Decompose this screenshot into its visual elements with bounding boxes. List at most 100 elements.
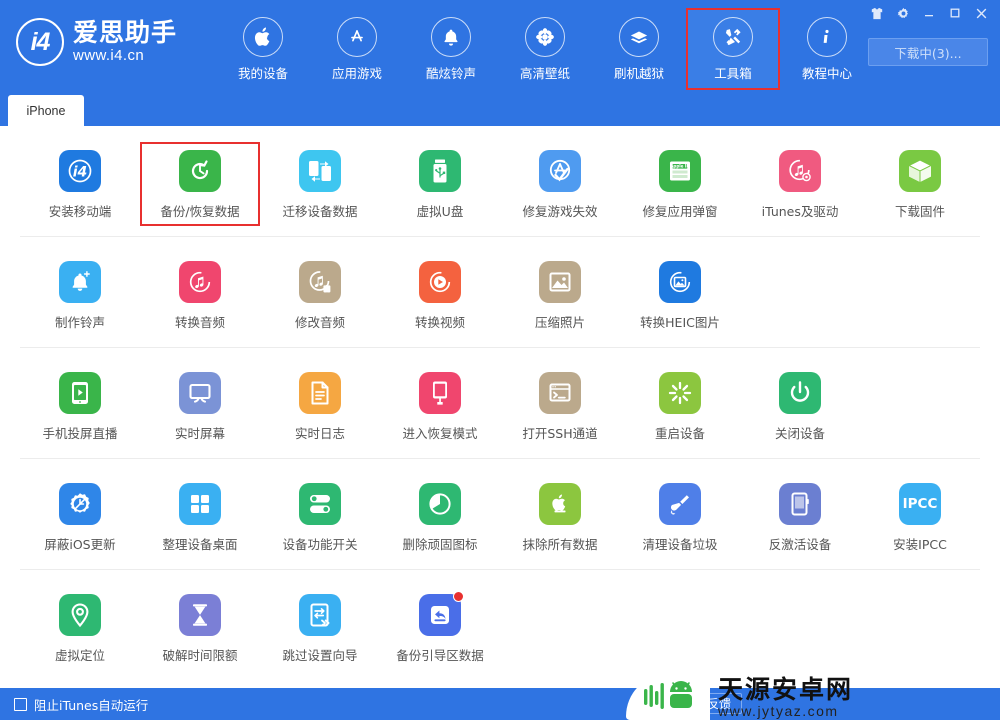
tool-realtime-screen[interactable]: 实时屏幕 — [140, 364, 260, 448]
screen-cast-icon — [59, 372, 101, 414]
tool-compress-photo[interactable]: 压缩照片 — [500, 253, 620, 337]
clean-junk-icon — [659, 483, 701, 525]
feedback-button[interactable]: 意见反馈 — [671, 693, 742, 714]
tool-label: 迁移设备数据 — [282, 204, 358, 219]
tool-convert-heic[interactable]: 转换HEIC图片 — [620, 253, 740, 337]
tool-edit-audio[interactable]: 自 修改音频 — [260, 253, 380, 337]
itunes-driver-icon — [779, 150, 821, 192]
tool-label: 转换音频 — [174, 315, 225, 330]
nav-label: 教程中心 — [801, 66, 852, 81]
tool-clean-device-junk[interactable]: 清理设备垃圾 — [620, 475, 740, 559]
tool-block-ios-update[interactable]: 屏蔽iOS更新 — [20, 475, 140, 559]
tool-label: 重启设备 — [654, 426, 705, 441]
tool-row: 屏蔽iOS更新 整理设备桌面 设备功能开关 删除顽固图标 抹除所有数据 清理设备… — [20, 459, 980, 570]
tool-convert-video[interactable]: 转换视频 — [380, 253, 500, 337]
audio-edit-icon: 自 — [299, 261, 341, 303]
tool-label: 转换视频 — [414, 315, 465, 330]
tool-remove-stubborn-icons[interactable]: 删除顽固图标 — [380, 475, 500, 559]
tool-label: 反激活设备 — [768, 537, 832, 552]
tools-wrench-icon — [713, 17, 753, 57]
nav-item-tutorial-center[interactable]: 教程中心 — [780, 8, 874, 90]
tool-deactivate-device[interactable]: 反激活设备 — [740, 475, 860, 559]
minimize-icon[interactable] — [916, 2, 942, 24]
tool-itunes-driver[interactable]: iTunes及驱动 — [740, 142, 860, 226]
checkbox-label: 阻止iTunes自动运行 — [34, 697, 149, 713]
tool-fix-game-failure[interactable]: 修复游戏失效 — [500, 142, 620, 226]
close-icon[interactable] — [968, 2, 994, 24]
tool-label: 下载固件 — [894, 204, 945, 219]
ipcc-install-icon: IPCC — [899, 483, 941, 525]
tool-label: 修复应用弹窗 — [642, 204, 718, 219]
nav-item-my-device[interactable]: 我的设备 — [216, 8, 310, 90]
audio-convert-icon — [179, 261, 221, 303]
tool-migrate-device-data[interactable]: 迁移设备数据 — [260, 142, 380, 226]
tool-install-mobile-client[interactable]: i4 安装移动端 — [20, 142, 140, 226]
nav-item-ringtones[interactable]: 酷炫铃声 — [404, 8, 498, 90]
tool-label: 抹除所有数据 — [522, 537, 598, 552]
tool-label: 跳过设置向导 — [282, 648, 358, 663]
nav-label: 应用游戏 — [331, 66, 382, 81]
organize-desktop-icon — [179, 483, 221, 525]
tool-open-ssh-channel[interactable]: 打开SSH通道 — [500, 364, 620, 448]
tool-install-ipcc[interactable]: IPCC 安装IPCC — [860, 475, 980, 559]
tool-label: 设备功能开关 — [282, 537, 358, 552]
device-tabstrip: iPhone — [0, 88, 1000, 127]
tool-download-firmware[interactable]: 下载固件 — [860, 142, 980, 226]
nav-item-wallpapers[interactable]: 高清壁纸 — [498, 8, 592, 90]
tool-skip-setup-wizard[interactable]: 跳过设置向导 — [260, 586, 380, 670]
settings-gear-icon[interactable] — [890, 2, 916, 24]
block-itunes-autorun-checkbox[interactable]: 阻止iTunes自动运行 — [14, 695, 148, 714]
tool-label: 破解时间限额 — [162, 648, 238, 663]
tool-virtual-location[interactable]: 虚拟定位 — [20, 586, 140, 670]
nav-item-flash-jailbreak[interactable]: 刷机越狱 — [592, 8, 686, 90]
appstore-icon — [337, 17, 377, 57]
brand-url: www.i4.cn — [73, 47, 145, 65]
tool-virtual-usb[interactable]: 虚拟U盘 — [380, 142, 500, 226]
checkbox-box[interactable] — [14, 697, 27, 711]
tool-power-off-device[interactable]: 关闭设备 — [740, 364, 860, 448]
nav-label: 工具箱 — [714, 66, 752, 81]
download-status-button[interactable]: 下载中(3)... — [868, 38, 988, 66]
feature-toggle-icon — [299, 483, 341, 525]
nav-label: 刷机越狱 — [613, 66, 664, 81]
tool-feature-toggles[interactable]: 设备功能开关 — [260, 475, 380, 559]
nav-label: 高清壁纸 — [519, 66, 570, 81]
remove-icon-icon — [419, 483, 461, 525]
package-box-icon — [619, 17, 659, 57]
backup-boot-icon — [419, 591, 464, 636]
new-badge-dot — [453, 591, 464, 602]
maximize-icon[interactable] — [942, 2, 968, 24]
tab-iphone[interactable]: iPhone — [8, 95, 84, 127]
tool-row: i4 安装移动端 备份/恢复数据 迁移设备数据 虚拟U盘 修复游戏失效 Appl… — [20, 126, 980, 237]
tool-crack-time-limit[interactable]: 破解时间限额 — [140, 586, 260, 670]
skip-setup-icon — [299, 594, 341, 636]
tool-make-ringtone[interactable]: 制作铃声 — [20, 253, 140, 337]
restart-device-icon — [659, 372, 701, 414]
tool-realtime-log[interactable]: 实时日志 — [260, 364, 380, 448]
tool-label: 手机投屏直播 — [42, 426, 118, 441]
tool-organize-desktop[interactable]: 整理设备桌面 — [140, 475, 260, 559]
skin-shirt-icon[interactable] — [864, 2, 890, 24]
tool-backup-boot-partition[interactable]: 备份引导区数据 — [380, 586, 500, 670]
tool-enter-recovery-mode[interactable]: 进入恢复模式 — [380, 364, 500, 448]
nav-item-apps-games[interactable]: 应用游戏 — [310, 8, 404, 90]
tool-label: 虚拟定位 — [54, 648, 105, 663]
tool-label: 进入恢复模式 — [402, 426, 478, 441]
toolbox-content: i4 安装移动端 备份/恢复数据 迁移设备数据 虚拟U盘 修复游戏失效 Appl… — [0, 126, 1000, 688]
realtime-screen-icon — [179, 372, 221, 414]
app-header: i4 爱思助手 www.i4.cn 我的设备 应用游戏 酷炫铃声 高清壁纸 刷机… — [0, 0, 1000, 90]
tool-backup-restore[interactable]: 备份/恢复数据 — [140, 142, 260, 226]
tool-erase-all-data[interactable]: 抹除所有数据 — [500, 475, 620, 559]
tool-fix-app-popup[interactable]: Apple ID 修复应用弹窗 — [620, 142, 740, 226]
backup-restore-icon — [179, 150, 221, 192]
tool-label: 关闭设备 — [774, 426, 825, 441]
tool-label: 安装移动端 — [48, 204, 112, 219]
recovery-mode-icon — [419, 372, 461, 414]
nav-item-toolbox[interactable]: 工具箱 — [686, 8, 780, 90]
virtual-location-icon — [59, 594, 101, 636]
main-nav: 我的设备 应用游戏 酷炫铃声 高清壁纸 刷机越狱 工具箱 教程中心 — [216, 8, 874, 90]
tool-convert-audio[interactable]: 转换音频 — [140, 253, 260, 337]
heic-convert-icon — [659, 261, 701, 303]
tool-restart-device[interactable]: 重启设备 — [620, 364, 740, 448]
tool-screen-cast-live[interactable]: 手机投屏直播 — [20, 364, 140, 448]
